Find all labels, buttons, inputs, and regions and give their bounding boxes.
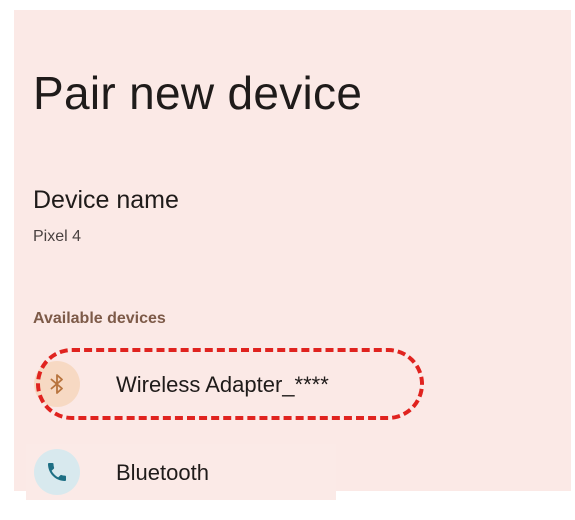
phone-icon [34, 449, 80, 495]
available-devices-header: Available devices [33, 310, 166, 327]
page-title: Pair new device [33, 67, 363, 119]
device-item-wireless-adapter[interactable]: Wireless Adapter_**** [26, 356, 366, 412]
device-item-label: Bluetooth [116, 460, 209, 485]
bluetooth-icon [34, 361, 80, 407]
device-item-label: Wireless Adapter_**** [116, 372, 329, 397]
device-name-value: Pixel 4 [33, 228, 82, 245]
device-name-label[interactable]: Device name [33, 186, 179, 215]
device-item-bluetooth[interactable]: Bluetooth [26, 444, 336, 500]
